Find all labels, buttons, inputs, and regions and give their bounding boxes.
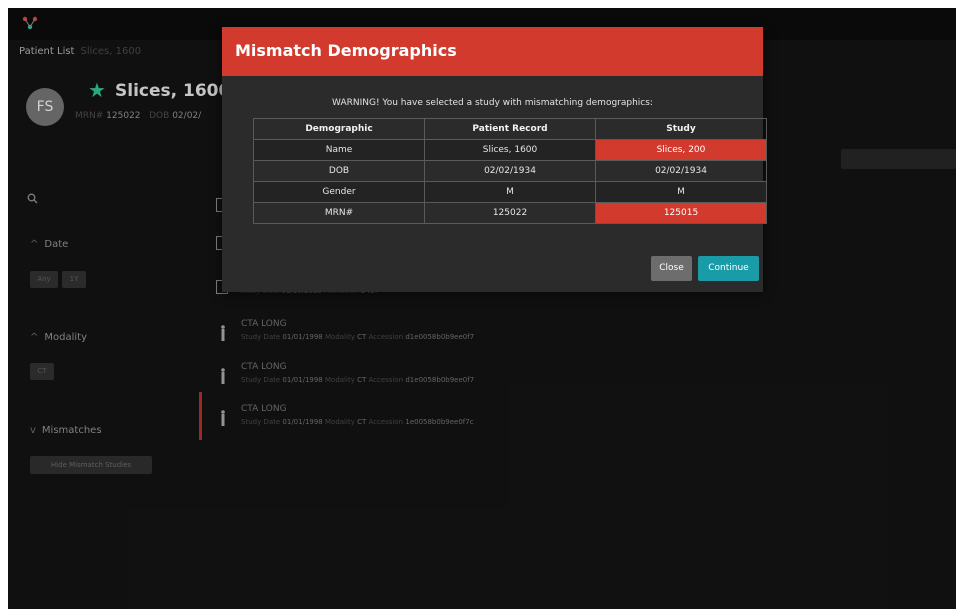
warning-message: WARNING! You have selected a study with … <box>332 98 653 108</box>
demographic-field: Name <box>253 139 425 161</box>
table-row: DOB 02/02/1934 02/02/1934 <box>253 160 767 182</box>
table-row: MRN# 125022 125015 <box>253 202 767 224</box>
patient-record-value: 02/02/1934 <box>424 160 596 182</box>
study-value-mismatch: Slices, 200 <box>595 139 767 161</box>
dialog-title: Mismatch Demographics <box>235 41 457 60</box>
table-header-row: Demographic Patient Record Study <box>253 118 767 140</box>
mismatch-demographics-dialog: Mismatch Demographics WARNING! You have … <box>222 27 767 292</box>
column-header: Demographic <box>253 118 425 140</box>
patient-record-value: Slices, 1600 <box>424 139 596 161</box>
demographics-table: Demographic Patient Record Study Name Sl… <box>253 118 767 224</box>
demographic-field: Gender <box>253 181 425 203</box>
app-window: Patient List Slices, 1600 FS ★ Slices, 16… <box>8 8 956 609</box>
study-value-mismatch: 125015 <box>595 202 767 224</box>
study-value: M <box>595 181 767 203</box>
column-header: Study <box>595 118 767 140</box>
table-row: Name Slices, 1600 Slices, 200 <box>253 139 767 161</box>
dialog-header: Mismatch Demographics <box>222 27 763 76</box>
close-button[interactable]: Close <box>651 256 692 281</box>
table-row: Gender M M <box>253 181 767 203</box>
patient-record-value: M <box>424 181 596 203</box>
demographic-field: MRN# <box>253 202 425 224</box>
study-value: 02/02/1934 <box>595 160 767 182</box>
patient-record-value: 125022 <box>424 202 596 224</box>
demographic-field: DOB <box>253 160 425 182</box>
continue-button[interactable]: Continue <box>698 256 759 281</box>
column-header: Patient Record <box>424 118 596 140</box>
